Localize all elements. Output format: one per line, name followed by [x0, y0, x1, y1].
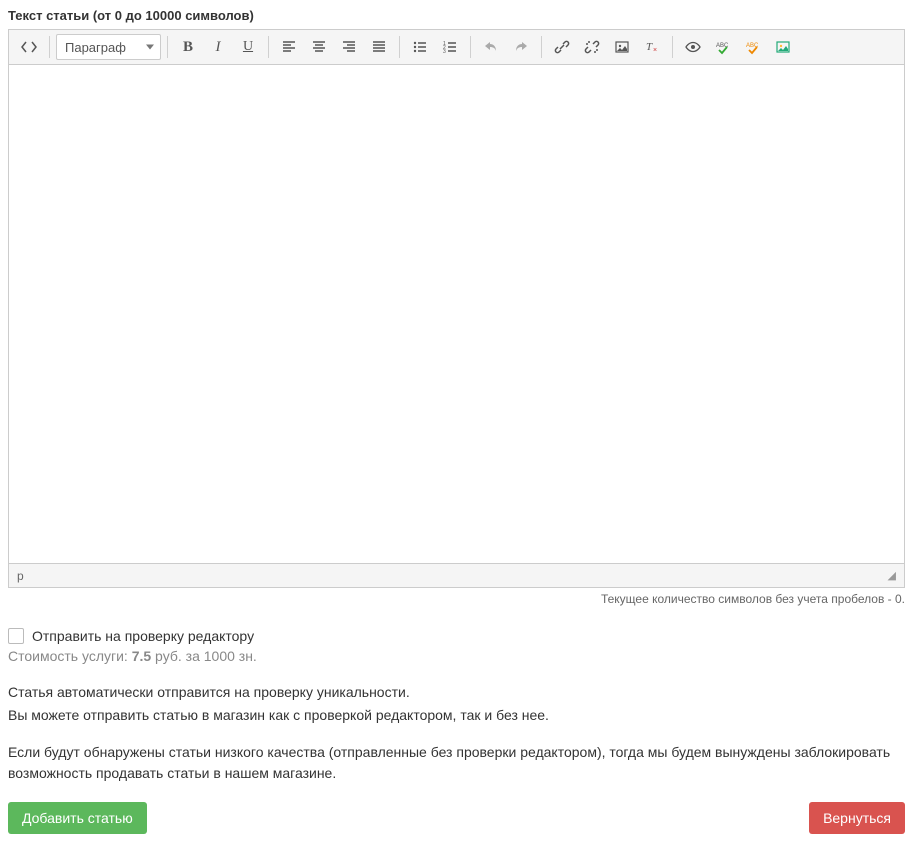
eye-icon	[685, 39, 701, 55]
cost-suffix: руб. за 1000 зн.	[151, 648, 257, 664]
italic-icon: I	[216, 39, 221, 56]
align-justify-button[interactable]	[365, 34, 393, 60]
align-left-icon	[281, 39, 297, 55]
cost-prefix: Стоимость услуги:	[8, 648, 132, 664]
article-text-input[interactable]	[9, 65, 904, 560]
rich-text-editor: Параграф B I U 123 T× ABC ABC p ◢	[8, 29, 905, 588]
editor-review-row: Отправить на проверку редактору	[8, 628, 905, 644]
link-button[interactable]	[548, 34, 576, 60]
spellcheck-toggle-button[interactable]: ABC	[739, 34, 767, 60]
button-row: Добавить статью Вернуться	[8, 802, 905, 834]
field-label: Текст статьи (от 0 до 10000 символов)	[8, 8, 905, 23]
editor-toolbar: Параграф B I U 123 T× ABC ABC	[9, 30, 904, 65]
underline-icon: U	[243, 39, 253, 55]
back-button[interactable]: Вернуться	[809, 802, 905, 834]
align-right-button[interactable]	[335, 34, 363, 60]
toolbar-separator	[268, 36, 269, 58]
toolbar-separator	[49, 36, 50, 58]
link-icon	[554, 39, 570, 55]
chevron-down-icon	[146, 45, 154, 50]
italic-button[interactable]: I	[204, 34, 232, 60]
resize-handle[interactable]: ◢	[888, 569, 896, 582]
clear-format-button[interactable]: T×	[638, 34, 666, 60]
redo-icon	[513, 39, 529, 55]
align-center-button[interactable]	[305, 34, 333, 60]
image-icon	[614, 39, 630, 55]
insert-image-button[interactable]	[769, 34, 797, 60]
unlink-icon	[584, 39, 600, 55]
svg-text:T: T	[646, 41, 653, 53]
spellcheck-button[interactable]: ABC	[709, 34, 737, 60]
editor-statusbar: p ◢	[9, 563, 904, 587]
align-center-icon	[311, 39, 327, 55]
add-article-button[interactable]: Добавить статью	[8, 802, 147, 834]
align-left-button[interactable]	[275, 34, 303, 60]
numbered-list-button[interactable]: 123	[436, 34, 464, 60]
service-cost-line: Стоимость услуги: 7.5 руб. за 1000 зн.	[8, 648, 905, 664]
bullet-list-button[interactable]	[406, 34, 434, 60]
toolbar-separator	[399, 36, 400, 58]
info-line-2: Вы можете отправить статью в магазин как…	[8, 705, 905, 726]
align-right-icon	[341, 39, 357, 55]
char-count-label: Текущее количество символов без учета пр…	[8, 592, 905, 606]
svg-text:3: 3	[443, 49, 446, 55]
align-justify-icon	[371, 39, 387, 55]
info-warning: Если будут обнаружены статьи низкого кач…	[8, 742, 905, 784]
preview-button[interactable]	[679, 34, 707, 60]
source-code-button[interactable]	[15, 34, 43, 60]
clear-format-icon: T×	[644, 39, 660, 55]
image-button[interactable]	[608, 34, 636, 60]
info-line-1: Статья автоматически отправится на прове…	[8, 682, 905, 703]
unlink-button[interactable]	[578, 34, 606, 60]
bold-icon: B	[183, 39, 193, 56]
bullet-list-icon	[412, 39, 428, 55]
undo-button[interactable]	[477, 34, 505, 60]
undo-icon	[483, 39, 499, 55]
info-block: Статья автоматически отправится на прове…	[8, 682, 905, 784]
format-select-label: Параграф	[65, 40, 126, 55]
underline-button[interactable]: U	[234, 34, 262, 60]
numbered-list-icon: 123	[442, 39, 458, 55]
spellcheck-toggle-icon: ABC	[745, 39, 761, 55]
toolbar-separator	[167, 36, 168, 58]
spellcheck-icon: ABC	[715, 39, 731, 55]
svg-text:×: ×	[653, 47, 657, 54]
element-path[interactable]: p	[17, 569, 24, 583]
toolbar-separator	[541, 36, 542, 58]
editor-review-checkbox[interactable]	[8, 628, 24, 644]
toolbar-separator	[672, 36, 673, 58]
cost-value: 7.5	[132, 648, 151, 664]
redo-button[interactable]	[507, 34, 535, 60]
editor-review-label: Отправить на проверку редактору	[32, 628, 254, 644]
picture-icon	[775, 39, 791, 55]
format-select[interactable]: Параграф	[56, 34, 161, 60]
toolbar-separator	[470, 36, 471, 58]
bold-button[interactable]: B	[174, 34, 202, 60]
